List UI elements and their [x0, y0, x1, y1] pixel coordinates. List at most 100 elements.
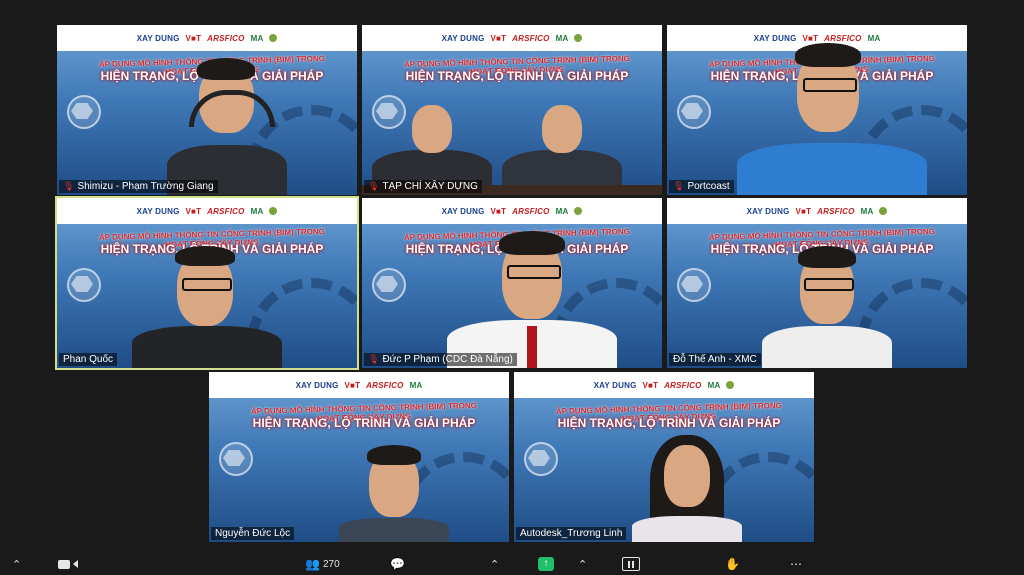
pause-icon	[622, 557, 640, 571]
event-subline: HIỆN TRẠNG, LỘ TRÌNH VÀ GIẢI PHÁP	[252, 416, 476, 430]
participant-name: Đức P Phạm (CDC Đà Nẵng)	[382, 354, 513, 365]
participant-name: Shimizu - Phạm Trường Giang	[77, 181, 214, 192]
glasses	[803, 78, 857, 92]
participant-name-tag: Đỗ Thế Anh - XMC	[669, 353, 761, 366]
participant-video	[339, 445, 449, 542]
logo-vt: V■T	[185, 206, 202, 216]
sponsor-banner: XAY DUNG V■T ARSFICO MA	[57, 25, 357, 51]
logo-ma: MA	[555, 33, 569, 43]
share-screen-button[interactable]: ↑	[538, 556, 554, 572]
logo-ma: MA	[860, 206, 874, 216]
participant-video	[167, 50, 287, 195]
participant-name: Portcoast	[687, 181, 730, 192]
logo-ma: MA	[409, 380, 423, 390]
glasses	[182, 278, 232, 291]
chevron-up-icon[interactable]: ⌃	[12, 556, 21, 572]
participant-name-tag: 🎙 Shimizu - Phạm Trường Giang	[59, 180, 218, 193]
logo-arsfico: ARSFICO	[512, 33, 550, 43]
necktie	[527, 326, 537, 368]
participant-video	[632, 435, 742, 542]
participant-name-tag: Phan Quốc	[59, 353, 118, 366]
participants-icon: 👥	[305, 557, 320, 571]
logo-vt: V■T	[795, 206, 812, 216]
logo-seal-icon	[574, 34, 583, 42]
video-tile-shimizu[interactable]: XAY DUNG V■T ARSFICO MA ÁP DỤNG MÔ HÌNH …	[57, 25, 357, 195]
logo-seal-icon	[574, 207, 583, 215]
logo-seal-icon	[726, 381, 735, 389]
participant-name: Phan Quốc	[63, 354, 114, 365]
logo-vt: V■T	[344, 380, 361, 390]
logo-ma: MA	[250, 33, 264, 43]
logo-vt: V■T	[490, 33, 507, 43]
logo-xaydung: XAY DUNG	[136, 33, 180, 43]
logo-vt: V■T	[642, 380, 659, 390]
logo-arsfico: ARSFICO	[366, 380, 404, 390]
event-subline: HIỆN TRẠNG, LỘ TRÌNH VÀ GIẢI PHÁP	[405, 69, 629, 83]
participants-button[interactable]: 👥 270	[305, 556, 340, 572]
logo-ma: MA	[707, 380, 721, 390]
logo-arsfico: ARSFICO	[817, 206, 855, 216]
chevron-up-icon[interactable]: ⌃	[490, 556, 499, 572]
sponsor-banner: XAY DUNG V■T ARSFICO MA	[209, 372, 509, 398]
participant-video	[447, 231, 617, 368]
sponsor-banner: XAY DUNG V■T ARSFICO MA	[514, 372, 814, 398]
glasses	[804, 278, 854, 291]
logo-arsfico: ARSFICO	[207, 33, 245, 43]
mic-muted-icon: 🎙	[673, 181, 685, 191]
event-subline: HIỆN TRẠNG, LỘ TRÌNH VÀ GIẢI PHÁP	[557, 416, 781, 430]
meeting-toolbar: ⌃ 👥 270 💬 ⌃ ↑ ⌃ ✋ ⋯	[0, 553, 1024, 575]
mic-muted-icon: 🎙	[368, 181, 380, 191]
participant-name: Nguyễn Đức Lộc	[215, 528, 291, 539]
sponsor-banner: XAY DUNG V■T ARSFICO MA	[362, 25, 662, 51]
video-tile-duc-p-pham[interactable]: XAY DUNG V■T ARSFICO MA ÁP DỤNG MÔ HÌNH …	[362, 198, 662, 368]
logo-vt: V■T	[185, 33, 202, 43]
pause-share-button[interactable]	[622, 556, 640, 572]
participant-name: TẠP CHÍ XÂY DỰNG	[382, 181, 478, 192]
logo-xaydung: XAY DUNG	[295, 380, 339, 390]
share-screen-icon: ↑	[538, 557, 554, 571]
logo-arsfico: ARSFICO	[664, 380, 702, 390]
logo-ma: MA	[250, 206, 264, 216]
participant-name-tag: 🎙 Đức P Phạm (CDC Đà Nẵng)	[364, 353, 517, 366]
logo-seal-icon	[269, 34, 278, 42]
chat-icon[interactable]: 💬	[390, 556, 405, 572]
video-tile-autodesk-truong-linh[interactable]: XAY DUNG V■T ARSFICO MA ÁP DỤNG MÔ HÌNH …	[514, 372, 814, 542]
more-icon[interactable]: ⋯	[790, 556, 802, 572]
logo-xaydung: XAY DUNG	[593, 380, 637, 390]
video-tile-do-the-anh[interactable]: XAY DUNG V■T ARSFICO MA ÁP DỤNG MÔ HÌNH …	[667, 198, 967, 368]
logo-arsfico: ARSFICO	[512, 206, 550, 216]
participant-name-tag: Autodesk_Trương Linh	[516, 527, 627, 540]
participants-count: 270	[322, 558, 340, 570]
video-tile-portcoast[interactable]: XAY DUNG V■T ARSFICO MA ÁP DỤNG MÔ HÌNH …	[667, 25, 967, 195]
participant-video	[737, 40, 927, 195]
logo-seal-icon	[269, 207, 278, 215]
video-tile-tap-chi-xay-dung[interactable]: XAY DUNG V■T ARSFICO MA ÁP DỤNG MÔ HÌNH …	[362, 25, 662, 195]
participant-name-tag: Nguyễn Đức Lộc	[211, 527, 295, 540]
logo-arsfico: ARSFICO	[207, 206, 245, 216]
glasses	[507, 265, 561, 279]
sponsor-banner: XAY DUNG V■T ARSFICO MA	[57, 198, 357, 224]
participant-name: Autodesk_Trương Linh	[520, 528, 623, 539]
participant-name: Đỗ Thế Anh - XMC	[673, 354, 757, 365]
logo-xaydung: XAY DUNG	[746, 206, 790, 216]
participant-name-tag: 🎙 Portcoast	[669, 180, 734, 193]
chevron-up-icon[interactable]: ⌃	[578, 556, 587, 572]
logo-xaydung: XAY DUNG	[441, 33, 485, 43]
participant-name-tag: 🎙 TẠP CHÍ XÂY DỰNG	[364, 180, 482, 193]
logo-ma: MA	[555, 206, 569, 216]
mic-muted-icon: 🎙	[63, 181, 75, 191]
hand-icon[interactable]: ✋	[725, 556, 740, 572]
video-tile-phan-quoc[interactable]: XAY DUNG V■T ARSFICO MA ÁP DỤNG MÔ HÌNH …	[55, 196, 359, 370]
sponsor-banner: XAY DUNG V■T ARSFICO MA	[362, 198, 662, 224]
logo-xaydung: XAY DUNG	[441, 206, 485, 216]
participant-video	[502, 95, 622, 195]
logo-seal-icon	[879, 207, 888, 215]
logo-xaydung: XAY DUNG	[136, 206, 180, 216]
video-icon[interactable]	[58, 556, 78, 572]
participant-video	[762, 246, 892, 368]
sponsor-banner: XAY DUNG V■T ARSFICO MA	[667, 198, 967, 224]
mic-muted-icon: 🎙	[368, 354, 380, 364]
video-tile-nguyen-duc-loc[interactable]: XAY DUNG V■T ARSFICO MA ÁP DỤNG MÔ HÌNH …	[209, 372, 509, 542]
logo-vt: V■T	[490, 206, 507, 216]
participant-video	[132, 246, 282, 368]
